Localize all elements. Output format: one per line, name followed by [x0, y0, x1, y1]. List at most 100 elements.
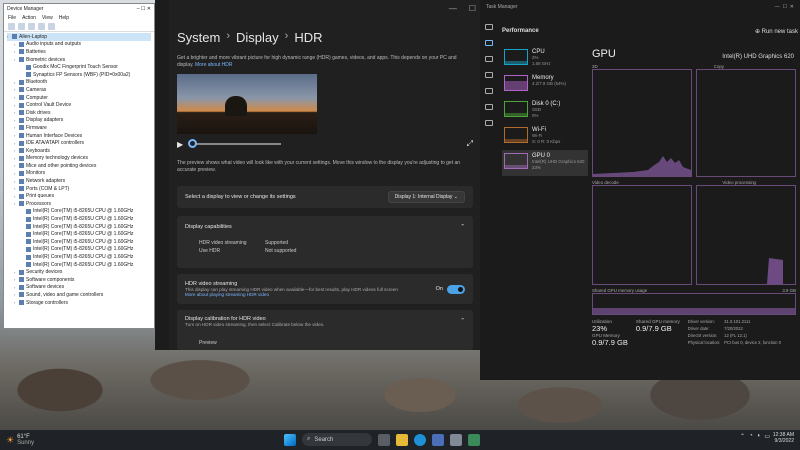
device-tree-item[interactable]: Intel(R) Core(TM) i5-8265U CPU @ 1.60GHz — [7, 208, 151, 216]
clock[interactable]: 12:38 AM 9/3/2022 — [773, 432, 794, 444]
chevron-up-icon[interactable]: ⌃ — [740, 433, 745, 440]
device-tree-item[interactable]: › Batteries — [7, 48, 151, 56]
wifi-icon[interactable]: ◔ — [749, 433, 753, 440]
performance-icon[interactable] — [485, 40, 493, 46]
device-tree-item[interactable]: › Keyboards — [7, 147, 151, 155]
task-view-icon[interactable] — [378, 433, 390, 446]
menu-file[interactable]: File — [8, 15, 16, 21]
device-tree-item[interactable]: Intel(R) Core(TM) i5-8265U CPU @ 1.60GHz — [7, 246, 151, 254]
device-tree-item[interactable]: Intel(R) Core(TM) i5-8265U CPU @ 1.60GHz — [7, 238, 151, 246]
device-tree-item[interactable]: Intel(R) Core(TM) i5-8265U CPU @ 1.60GHz — [7, 253, 151, 261]
device-tree-item[interactable]: › Memory technology devices — [7, 155, 151, 163]
fullscreen-icon[interactable]: ⤢ — [467, 139, 473, 149]
device-tree-item[interactable]: › Audio inputs and outputs — [7, 41, 151, 49]
minimize-icon[interactable]: — — [449, 4, 457, 13]
device-tree-item[interactable]: › Control Vault Device — [7, 101, 151, 109]
maximize-icon[interactable]: ☐ — [469, 4, 476, 13]
device-tree-item[interactable]: Intel(R) Core(TM) i5-8265U CPU @ 1.60GHz — [7, 223, 151, 231]
file-explorer-icon[interactable] — [396, 433, 408, 446]
device-tree-item[interactable]: › Bluetooth — [7, 79, 151, 87]
device-tree-item[interactable]: › Security devices — [7, 268, 151, 276]
processes-icon[interactable] — [485, 24, 493, 30]
display-select-dropdown[interactable]: Display 1: Internal Display ⌄ — [387, 191, 465, 203]
settings-app-icon[interactable] — [450, 433, 462, 446]
edge-icon[interactable] — [414, 433, 426, 446]
users-icon[interactable] — [485, 88, 493, 94]
hdr-streaming-link[interactable]: More about playing streaming HDR video — [185, 292, 398, 297]
seek-knob[interactable] — [188, 139, 198, 148]
chevron-up-icon[interactable]: ⌃ — [460, 224, 465, 230]
device-tree-item[interactable]: › Software components — [7, 276, 151, 284]
device-tree-item[interactable]: › Firmware — [7, 124, 151, 132]
chevron-up-icon[interactable]: ⌃ — [460, 318, 465, 324]
device-tree-item[interactable]: › IDE ATA/ATAPI controllers — [7, 139, 151, 147]
hdr-streaming-toggle[interactable] — [447, 284, 465, 294]
startup-apps-icon[interactable] — [485, 72, 493, 78]
device-tree-item[interactable]: Intel(R) Core(TM) i5-8265U CPU @ 1.60GHz — [7, 230, 151, 238]
device-manager-window[interactable]: Device Manager – ☐ ✕ File Action View He… — [3, 3, 155, 329]
menu-help[interactable]: Help — [59, 15, 69, 21]
graph-video-decode[interactable] — [592, 185, 692, 285]
device-tree-item[interactable]: › Sound, video and game controllers — [7, 291, 151, 299]
task-manager-window[interactable]: Task Manager — ☐ ✕ Performance ⊕ Run new… — [480, 0, 800, 380]
graph-video-processing[interactable] — [696, 185, 796, 285]
graph-copy[interactable] — [696, 69, 796, 177]
graph-3d[interactable] — [592, 69, 692, 177]
device-tree-item[interactable]: › Processors — [7, 200, 151, 208]
details-icon[interactable] — [485, 104, 493, 110]
menu-view[interactable]: View — [42, 15, 53, 21]
device-tree-item[interactable]: › Ports (COM & LPT) — [7, 185, 151, 193]
breadcrumb-display[interactable]: Display — [236, 30, 279, 45]
device-tree-item[interactable]: › Cameras — [7, 86, 151, 94]
window-controls[interactable]: – ☐ ✕ — [137, 6, 151, 12]
play-icon[interactable]: ▶ — [177, 140, 183, 149]
battery-icon[interactable]: ▭ — [764, 433, 770, 440]
help-icon[interactable] — [38, 23, 45, 30]
properties-icon[interactable] — [28, 23, 35, 30]
performance-item[interactable]: GPU 0 Intel(R) UHD Graphics 620 23% — [502, 150, 588, 176]
services-icon[interactable] — [485, 120, 493, 126]
window-controls[interactable]: — ☐ — [449, 4, 476, 13]
device-tree-item[interactable]: › Biometric devices — [7, 56, 151, 64]
settings-window[interactable]: — ☐ System › Display › HDR Get a brighte… — [155, 0, 480, 350]
scan-icon[interactable] — [48, 23, 55, 30]
weather-widget[interactable]: ☀ 61°F Sunny — [6, 434, 34, 446]
device-tree-item[interactable]: › Storage controllers — [7, 299, 151, 307]
more-about-hdr-link[interactable]: More about HDR — [195, 62, 233, 68]
device-tree-item[interactable]: › Disk drives — [7, 109, 151, 117]
performance-item[interactable]: CPU 2% 1.68 GHz — [502, 46, 588, 72]
device-tree-item[interactable]: › Allen-Laptop — [7, 33, 151, 41]
device-tree-item[interactable]: Intel(R) Core(TM) i5-8265U CPU @ 1.60GHz — [7, 261, 151, 269]
graph-shared-memory[interactable] — [592, 293, 796, 315]
store-icon[interactable] — [432, 433, 444, 446]
start-icon[interactable] — [284, 433, 296, 446]
volume-icon[interactable]: ◖ — [757, 433, 761, 440]
breadcrumb-system[interactable]: System — [177, 30, 220, 45]
device-tree-item[interactable]: › Print queues — [7, 192, 151, 200]
performance-item[interactable]: Memory 4.2/7.8 GB (54%) — [502, 72, 588, 98]
video-seek-slider[interactable] — [188, 139, 282, 148]
performance-item[interactable]: Wi-Fi Wi-Fi S: 0 R: 0 Kbps — [502, 124, 588, 150]
window-controls[interactable]: — ☐ ✕ — [775, 4, 794, 10]
device-tree-item[interactable]: Intel(R) Core(TM) i5-8265U CPU @ 1.60GHz — [7, 215, 151, 223]
device-tree-item[interactable]: › Computer — [7, 94, 151, 102]
device-tree-item[interactable]: › Mice and other pointing devices — [7, 162, 151, 170]
device-tree-item[interactable]: › Software devices — [7, 284, 151, 292]
menu-action[interactable]: Action — [22, 15, 36, 21]
performance-item[interactable]: Disk 0 (C:) SSD 0% — [502, 98, 588, 124]
device-tree-item[interactable]: Synaptics FP Sensors (WBF) (PID=0x00a2) — [7, 71, 151, 79]
app-history-icon[interactable] — [485, 56, 493, 62]
system-tray[interactable]: ⌃ ◔ ◖ ▭ — [740, 433, 770, 440]
run-new-task-button[interactable]: ⊕ Run new task — [755, 28, 798, 35]
device-tree-item[interactable]: › Monitors — [7, 170, 151, 178]
task-manager-app-icon[interactable] — [468, 433, 480, 446]
device-tree-item[interactable]: › Display adapters — [7, 117, 151, 125]
task-manager-titlebar[interactable]: Task Manager — ☐ ✕ — [480, 0, 800, 14]
device-tree-item[interactable]: › Network adapters — [7, 177, 151, 185]
device-tree-item[interactable]: › Human Interface Devices — [7, 132, 151, 140]
device-manager-titlebar[interactable]: Device Manager – ☐ ✕ — [4, 4, 154, 14]
device-tree-item[interactable]: Goodix MoC Fingerprint Touch Sensor — [7, 63, 151, 71]
forward-icon[interactable] — [18, 23, 25, 30]
back-icon[interactable] — [8, 23, 15, 30]
taskbar-search[interactable]: ⌕ Search — [302, 433, 372, 446]
